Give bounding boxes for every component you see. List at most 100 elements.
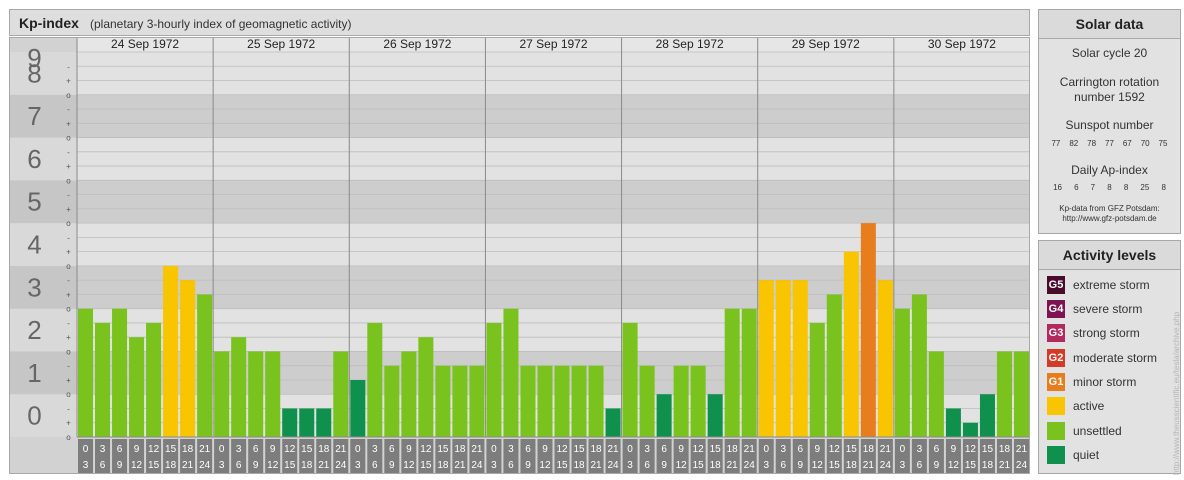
kp-bar — [809, 322, 825, 437]
interval-end-label: 12 — [403, 460, 415, 471]
minor-mark: - — [67, 276, 70, 285]
interval-start-label: 6 — [253, 444, 259, 455]
kp-bar — [333, 351, 349, 437]
data-source-link[interactable]: http://www.gfz-potsdam.de — [1039, 214, 1180, 223]
interval-start-label: 0 — [219, 444, 225, 455]
interval-start-label: 12 — [148, 444, 160, 455]
interval-end-label: 24 — [335, 460, 347, 471]
interval-end-label: 18 — [710, 460, 722, 471]
scale-band — [9, 351, 77, 395]
kp-bar — [860, 223, 876, 437]
minor-mark: + — [66, 77, 71, 86]
kp-bar — [248, 351, 264, 437]
level-band — [77, 223, 1030, 266]
interval-start-label: 15 — [710, 444, 722, 455]
minor-mark: o — [66, 390, 71, 399]
interval-start-label: 12 — [284, 444, 296, 455]
kp-bar — [1013, 351, 1029, 437]
interval-start-label: 9 — [134, 444, 140, 455]
interval-start-label: 3 — [372, 444, 378, 455]
interval-start-label: 21 — [608, 444, 620, 455]
kp-bar — [146, 322, 162, 437]
interval-start-label: 18 — [590, 444, 602, 455]
interval-end-label: 15 — [148, 460, 160, 471]
daily-ap-label: Daily Ap-index — [1071, 163, 1148, 177]
scale-band — [9, 137, 77, 181]
minor-mark: + — [66, 248, 71, 257]
chart-title: Kp-index — [19, 15, 79, 31]
interval-start-label: 18 — [863, 444, 875, 455]
interval-end-label: 21 — [182, 460, 194, 471]
corner-strip — [9, 37, 77, 52]
minor-mark: + — [66, 419, 71, 428]
y-tick-label: 6 — [27, 144, 41, 174]
ap-value: 25 — [1140, 183, 1150, 192]
interval-end-label: 21 — [727, 460, 739, 471]
activity-levels-panel: Activity levels G5 extreme storm G4 seve… — [1038, 240, 1181, 474]
interval-start-label: 3 — [236, 444, 242, 455]
interval-end-label: 15 — [284, 460, 296, 471]
interval-end-label: 9 — [797, 460, 803, 471]
minor-mark: + — [66, 205, 71, 214]
kp-bar — [605, 408, 621, 437]
level-band — [77, 52, 1030, 95]
kp-bar — [979, 394, 995, 437]
kp-bar — [656, 394, 672, 437]
activity-levels-title: Activity levels — [1039, 241, 1180, 270]
legend-item-moderate-storm: G2 moderate storm — [1047, 348, 1157, 368]
interval-start-label: 18 — [999, 444, 1011, 455]
interval-end-label: 18 — [165, 460, 177, 471]
interval-start-label: 9 — [406, 444, 412, 455]
kp-bar — [418, 337, 434, 437]
interval-start-label: 0 — [763, 444, 769, 455]
kp-bar — [316, 408, 332, 437]
interval-end-label: 6 — [100, 460, 106, 471]
interval-start-label: 6 — [389, 444, 395, 455]
interval-end-label: 24 — [1016, 460, 1028, 471]
minor-mark: + — [66, 376, 71, 385]
minor-mark: - — [67, 148, 70, 157]
y-tick-label: 4 — [27, 230, 41, 260]
kp-bar — [792, 280, 808, 437]
interval-start-label: 9 — [542, 444, 548, 455]
minor-mark: - — [67, 191, 70, 200]
interval-end-label: 9 — [389, 460, 395, 471]
interval-start-label: 21 — [471, 444, 483, 455]
kp-bar — [928, 351, 944, 437]
scale-band — [9, 94, 77, 138]
minor-mark: o — [66, 134, 71, 143]
scale-band — [9, 394, 77, 437]
interval-start-label: 0 — [491, 444, 497, 455]
minor-mark: - — [67, 319, 70, 328]
interval-start-label: 15 — [573, 444, 585, 455]
sunspot-value: 75 — [1158, 139, 1168, 148]
kp-bar — [826, 294, 842, 437]
interval-end-label: 12 — [948, 460, 960, 471]
kp-bar — [962, 422, 978, 437]
interval-end-label: 9 — [661, 460, 667, 471]
y-tick-label: 9 — [27, 43, 41, 73]
interval-end-label: 21 — [863, 460, 875, 471]
y-tick-label: 0 — [27, 401, 41, 431]
minor-mark: - — [67, 233, 70, 242]
minor-mark: + — [66, 290, 71, 299]
sunspot-value: 82 — [1069, 139, 1079, 148]
interval-start-label: 9 — [678, 444, 684, 455]
kp-bar — [197, 294, 213, 437]
kp-bar — [724, 308, 740, 437]
y-tick-label: 3 — [27, 272, 41, 302]
minor-mark: o — [66, 176, 71, 185]
kp-bar — [622, 322, 638, 437]
interval-end-label: 12 — [812, 460, 824, 471]
credit-link[interactable]: http://www.theusscientific.eu/tesla/arch… — [1172, 312, 1181, 475]
kp-bar — [741, 308, 757, 437]
kp-bar — [775, 280, 791, 437]
minor-mark: + — [66, 333, 71, 342]
kp-bar — [588, 365, 604, 437]
solar-data-panel: Solar data Solar cycle 20 Carrington rot… — [1038, 9, 1181, 234]
kp-bar — [707, 394, 723, 437]
minor-mark: o — [66, 262, 71, 271]
day-label: 30 Sep 1972 — [928, 37, 996, 51]
interval-end-label: 21 — [454, 460, 466, 471]
interval-start-label: 15 — [982, 444, 994, 455]
